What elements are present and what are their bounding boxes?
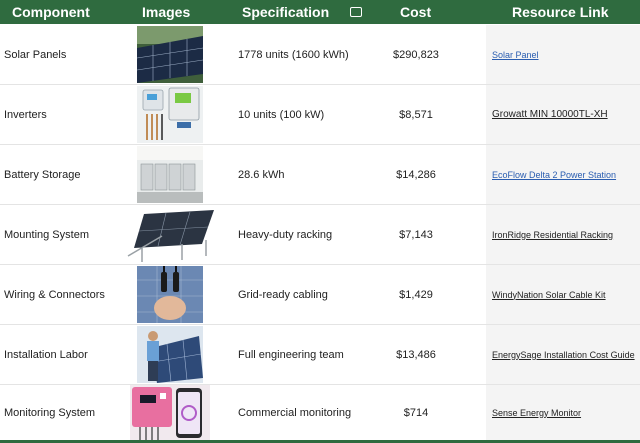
header-resource-link[interactable]: Resource Link (512, 0, 608, 24)
cost-cell: $14,286 (396, 168, 436, 181)
resource-link-cell: EcoFlow Delta 2 Power Station (486, 145, 640, 204)
resource-link[interactable]: Sense Energy Monitor (492, 408, 581, 418)
people-chip-icon[interactable] (350, 7, 362, 17)
cable-connectors-image (137, 266, 203, 323)
spec-cell: Full engineering team (238, 348, 344, 361)
cost-cell: $8,571 (399, 108, 433, 121)
cost-cell: $13,486 (396, 348, 436, 361)
spec-cell: 1778 units (1600 kWh) (238, 48, 349, 61)
cost-cell: $290,823 (393, 48, 439, 61)
resource-link-cell: Growatt MIN 10000TL-XH (486, 85, 640, 144)
table-header: Component Images Specification Cost Reso… (0, 0, 640, 24)
component-cell: Battery Storage (4, 168, 81, 181)
resource-link-cell: WindyNation Solar Cable Kit (486, 265, 640, 324)
cost-cell: $1,429 (399, 288, 433, 301)
image-cell (112, 85, 228, 144)
component-cell: Monitoring System (4, 406, 96, 419)
table-row[interactable]: Mounting System Heavy-duty racking $7,14… (0, 205, 640, 265)
header-cost[interactable]: Cost (400, 0, 431, 24)
spec-cell: 10 units (100 kW) (238, 108, 325, 121)
panel-mount-rack-image (122, 206, 218, 263)
cost-cell: $714 (403, 406, 429, 419)
component-cell: Installation Labor (4, 348, 88, 361)
spec-cell: Grid-ready cabling (238, 288, 328, 301)
installer-worker-image (137, 326, 203, 383)
component-cell: Inverters (4, 108, 47, 121)
header-images[interactable]: Images (142, 0, 190, 24)
resource-link[interactable]: Solar Panel (492, 50, 539, 60)
solar-panel-array-image (137, 26, 203, 83)
resource-link[interactable]: Growatt MIN 10000TL-XH (492, 109, 608, 120)
resource-link-cell: IronRidge Residential Racking (486, 205, 640, 264)
resource-link-cell: EnergySage Installation Cost Guide (486, 325, 640, 384)
spec-cell: Heavy-duty racking (238, 228, 333, 241)
table-row[interactable]: Solar Panels 1778 units (1600 kWh) $290,… (0, 25, 640, 85)
battery-cabinets-image (137, 146, 203, 203)
image-cell (112, 385, 228, 440)
table-row[interactable]: Monitoring System Commercial monitoring … (0, 385, 640, 440)
spec-cell: 28.6 kWh (238, 168, 285, 181)
resource-link[interactable]: IronRidge Residential Racking (492, 230, 613, 240)
header-specification[interactable]: Specification (242, 0, 329, 24)
image-cell (112, 265, 228, 324)
image-cell (112, 205, 228, 264)
component-cell: Wiring & Connectors (4, 288, 105, 301)
inverter-units-image (137, 86, 203, 143)
component-cell: Solar Panels (4, 48, 67, 61)
monitor-phone-image (130, 385, 210, 440)
cost-cell: $7,143 (399, 228, 433, 241)
table-row[interactable]: Wiring & Connectors Grid-ready cabling $… (0, 265, 640, 325)
table-row[interactable]: Battery Storage 28.6 kWh $14,286 EcoFlow… (0, 145, 640, 205)
component-cell: Mounting System (4, 228, 89, 241)
image-cell (112, 325, 228, 384)
image-cell (112, 25, 228, 84)
table-row[interactable]: Inverters 10 units (100 kW) $8,571 Growa… (0, 85, 640, 145)
header-component[interactable]: Component (12, 0, 90, 24)
table-row[interactable]: Installation Labor Full engineering team… (0, 325, 640, 385)
image-cell (112, 145, 228, 204)
resource-link-cell: Sense Energy Monitor (486, 385, 640, 440)
resource-link[interactable]: WindyNation Solar Cable Kit (492, 290, 606, 300)
resource-link-cell: Solar Panel (486, 25, 640, 84)
resource-link[interactable]: EnergySage Installation Cost Guide (492, 350, 635, 360)
spec-cell: Commercial monitoring (238, 406, 352, 419)
resource-link[interactable]: EcoFlow Delta 2 Power Station (492, 170, 616, 180)
